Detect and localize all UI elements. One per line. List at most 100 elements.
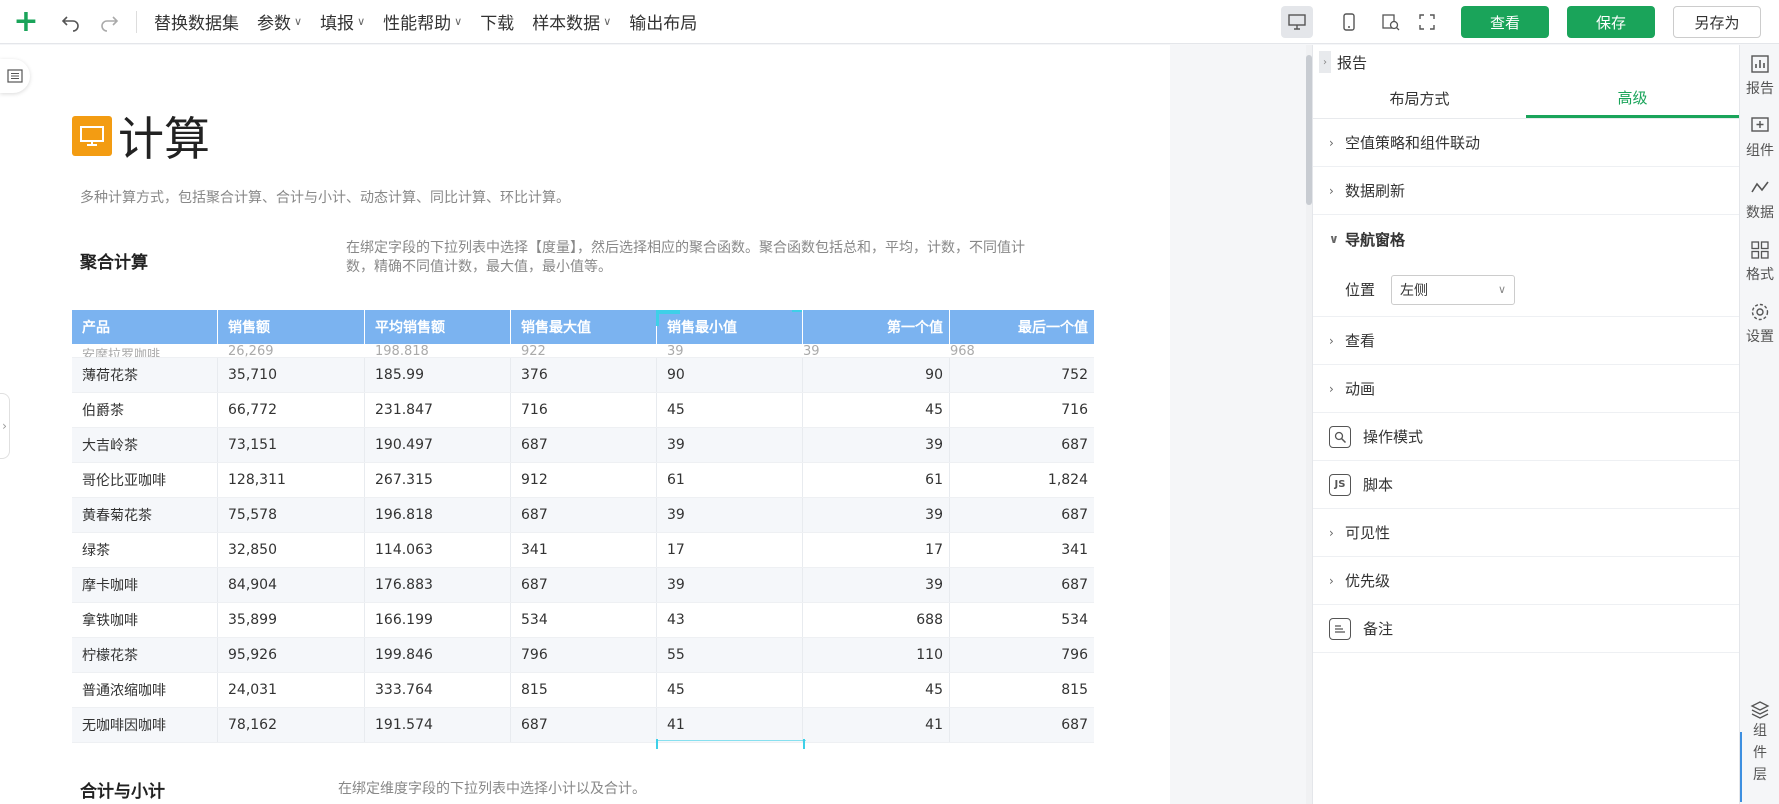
rail-data[interactable]: 数据: [1740, 169, 1779, 231]
menu-params[interactable]: 参数 ∨: [248, 9, 311, 34]
canvas-area: › 计算 多种计算方式，包括聚合计算、合计与小计、动态计算、同比计算、环比计算。…: [0, 45, 1312, 804]
table-cell: 39: [657, 568, 803, 602]
expand-left-icon[interactable]: ›: [0, 393, 10, 459]
add-icon[interactable]: +: [0, 0, 52, 44]
prop-note[interactable]: 备注: [1313, 605, 1739, 653]
table-cell: 32,850: [218, 533, 365, 567]
chevron-right-icon: ›: [1329, 183, 1334, 198]
prop-nav-pane[interactable]: ∨ 导航窗格: [1313, 215, 1739, 263]
table-row[interactable]: 薄荷花茶 35,710 185.99 376 90 90 752: [72, 358, 1094, 393]
table-cell: 39: [803, 428, 950, 462]
right-rail: 报告 组件 数据 格式 设置 组 件 层: [1739, 45, 1779, 804]
table-cell: 41: [803, 708, 950, 742]
prop-null-policy[interactable]: › 空值策略和组件联动: [1313, 119, 1739, 167]
preview-search-icon[interactable]: [1375, 6, 1407, 38]
menu-sample-data[interactable]: 样本数据 ∨: [523, 9, 620, 34]
table-cell: 39: [803, 568, 950, 602]
table-cell: 24,031: [218, 673, 365, 707]
properties-panel: › 报告 布局方式 高级 › 空值策略和组件联动 › 数据刷新 ∨ 导航窗格 位置 左…: [1312, 45, 1739, 804]
desktop-view-icon[interactable]: [1281, 6, 1313, 38]
table-cell: 66,772: [218, 393, 365, 427]
report-page: › 计算 多种计算方式，包括聚合计算、合计与小计、动态计算、同比计算、环比计算。…: [0, 45, 1170, 804]
tab-layout[interactable]: 布局方式: [1313, 79, 1526, 118]
table-cell: 185.99: [365, 358, 511, 392]
mobile-view-icon[interactable]: [1333, 6, 1365, 38]
table-row[interactable]: 伯爵茶 66,772 231.847 716 45 45 716: [72, 393, 1094, 428]
selection-handle[interactable]: [656, 310, 659, 326]
selection-handle[interactable]: [792, 310, 802, 312]
table-row[interactable]: 哥伦比亚咖啡 128,311 267.315 912 61 61 1,824: [72, 463, 1094, 498]
table-row[interactable]: 普通浓缩咖啡 24,031 333.764 815 45 45 815: [72, 673, 1094, 708]
chevron-down-icon: ∨: [357, 15, 366, 28]
table-cell: 薄荷花茶: [72, 358, 218, 392]
undo-icon[interactable]: [52, 0, 90, 44]
outline-list-icon[interactable]: [0, 59, 30, 93]
chevron-down-icon: ∨: [603, 15, 612, 28]
table-cell: 73,151: [218, 428, 365, 462]
view-button[interactable]: 查看: [1461, 6, 1549, 38]
table-cell: 110: [803, 638, 950, 672]
prop-priority[interactable]: › 优先级: [1313, 557, 1739, 605]
selection-handle[interactable]: [656, 310, 680, 314]
chevron-right-icon: ›: [1329, 573, 1334, 588]
position-select[interactable]: 左侧 ∨: [1391, 274, 1516, 305]
table-cell: 716: [1061, 402, 1088, 418]
table-row[interactable]: 无咖啡因咖啡 78,162 191.574 687 41 41 687: [72, 708, 1094, 743]
prop-script[interactable]: JS 脚本: [1313, 461, 1739, 509]
table-row[interactable]: 大吉岭茶 73,151 190.497 687 39 39 687: [72, 428, 1094, 463]
table-cell: 796: [511, 638, 657, 672]
prop-animation[interactable]: › 动画: [1313, 365, 1739, 413]
rail-report[interactable]: 报告: [1740, 45, 1779, 107]
header-min-sales[interactable]: 销售最小值: [657, 310, 803, 344]
header-avg-sales[interactable]: 平均销售额: [365, 310, 511, 344]
save-as-button[interactable]: 另存为: [1673, 6, 1761, 38]
op-mode-icon: [1329, 425, 1351, 448]
table-row[interactable]: 拿铁咖啡 35,899 166.199 534 43 688 534: [72, 603, 1094, 638]
rail-format[interactable]: 格式: [1740, 231, 1779, 293]
header-max-sales[interactable]: 销售最大值: [511, 310, 657, 344]
prop-view[interactable]: › 查看: [1313, 317, 1739, 365]
menu-fill[interactable]: 填报 ∨: [311, 9, 374, 34]
save-button[interactable]: 保存: [1567, 6, 1655, 38]
table-row[interactable]: 柠檬花茶 95,926 199.846 796 55 110 796: [72, 638, 1094, 673]
table-cell: 伯爵茶: [72, 393, 218, 427]
header-product[interactable]: 产品: [72, 310, 218, 344]
redo-icon[interactable]: [90, 0, 128, 44]
header-sales[interactable]: 销售额: [218, 310, 365, 344]
rail-layers[interactable]: 组 件 层: [1740, 700, 1779, 802]
table-cell: 大吉岭茶: [72, 428, 218, 462]
prop-op-mode[interactable]: 操作模式: [1313, 413, 1739, 461]
menu-output-layout[interactable]: 输出布局: [620, 9, 706, 34]
menu-performance-help[interactable]: 性能帮助 ∨: [374, 9, 471, 34]
aggregate-table[interactable]: 产品 销售额 平均销售额 销售最大值 销售最小值 第一个值 最后一个值 安摩拉罗…: [72, 310, 1094, 743]
table-body: 薄荷花茶 35,710 185.99 376 90 90 752 伯爵茶 66,772 231.8…: [72, 358, 1094, 743]
table-row[interactable]: 摩卡咖啡 84,904 176.883 687 39 39 687: [72, 568, 1094, 603]
monitor-icon: [72, 116, 112, 156]
rail-component[interactable]: 组件: [1740, 107, 1779, 169]
rail-settings[interactable]: 设置: [1740, 293, 1779, 355]
collapse-panel-icon[interactable]: ›: [1319, 51, 1331, 73]
section-desc-totals: 在绑定维度字段的下拉列表中选择小计以及合计。: [338, 781, 646, 797]
prop-data-refresh[interactable]: › 数据刷新: [1313, 167, 1739, 215]
add-component-icon: [1751, 117, 1769, 132]
prop-position-row: 位置 左侧 ∨: [1313, 263, 1739, 317]
table-row[interactable]: 黄春菊花茶 75,578 196.818 687 39 39 687: [72, 498, 1094, 533]
table-cell: 35,899: [218, 603, 365, 637]
selection-border: [656, 740, 806, 741]
tab-advanced[interactable]: 高级: [1526, 79, 1739, 118]
table-cell: 176.883: [365, 568, 511, 602]
page-title-text: 计算: [118, 112, 210, 166]
menu-replace-dataset[interactable]: 替换数据集: [145, 9, 248, 34]
fullscreen-icon[interactable]: [1411, 6, 1443, 38]
menu-download[interactable]: 下载: [471, 9, 523, 34]
section-title-aggregate: 聚合计算: [80, 253, 148, 273]
header-last-value[interactable]: 最后一个值: [950, 310, 1094, 344]
table-cell: 拿铁咖啡: [72, 603, 218, 637]
format-grid-icon: [1751, 241, 1769, 259]
prop-visibility[interactable]: › 可见性: [1313, 509, 1739, 557]
table-cell: 267.315: [365, 463, 511, 497]
table-cell: 1,824: [1047, 472, 1088, 488]
header-first-value[interactable]: 第一个值: [803, 310, 950, 344]
table-row[interactable]: 绿茶 32,850 114.063 341 17 17 341: [72, 533, 1094, 568]
table-cell: 114.063: [365, 533, 511, 567]
